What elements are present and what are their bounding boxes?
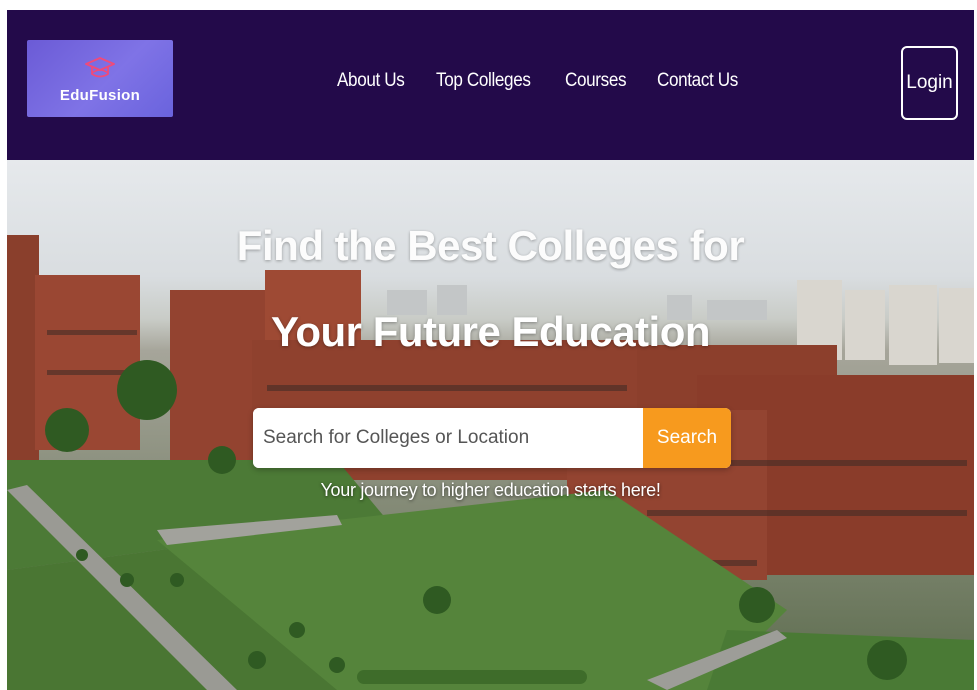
nav-contact-us[interactable]: Contact Us (657, 70, 738, 100)
hero-title-line-1: Find the Best Colleges for (236, 222, 745, 269)
search-bar: Search (253, 408, 731, 468)
nav-courses[interactable]: Courses (565, 70, 627, 100)
hero-tagline: Your journey to higher education starts … (320, 480, 661, 500)
nav-links: About Us Top Colleges Courses Contact Us (337, 70, 747, 100)
brand-logo[interactable]: EduFusion (27, 40, 173, 117)
brand-name: EduFusion (59, 87, 141, 104)
search-input[interactable] (253, 408, 643, 468)
page-frame: EduFusion About Us Top Colleges Courses … (7, 10, 974, 690)
login-button[interactable]: Login (901, 46, 958, 120)
navbar: EduFusion About Us Top Colleges Courses … (7, 10, 974, 160)
nav-about-us[interactable]: About Us (337, 70, 405, 100)
nav-top-colleges[interactable]: Top Colleges (436, 70, 531, 100)
hero-title-line-2: Your Future Education (270, 308, 711, 355)
graduation-cap-icon (85, 57, 115, 78)
search-button[interactable]: Search (643, 408, 731, 468)
hero-section: Find the Best Colleges for Your Future E… (7, 160, 974, 690)
